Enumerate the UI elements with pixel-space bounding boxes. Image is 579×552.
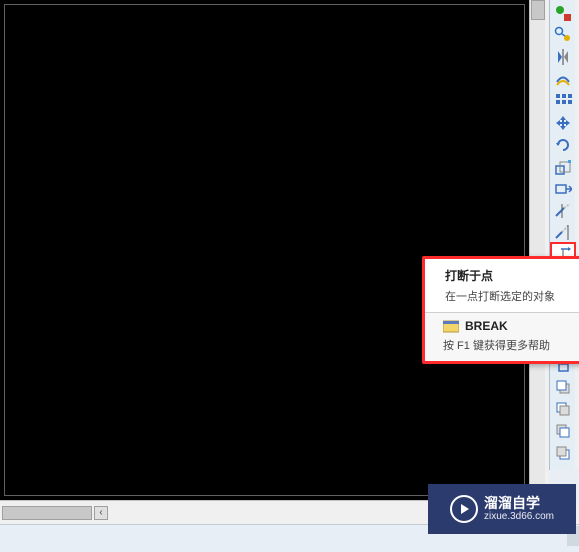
- vertical-scroll-thumb[interactable]: [531, 0, 545, 20]
- extend-icon[interactable]: [552, 222, 574, 244]
- match-props-icon[interactable]: [552, 24, 574, 46]
- offset-icon[interactable]: [552, 68, 574, 90]
- watermark-main: 溜溜自学: [484, 495, 554, 512]
- properties-icon[interactable]: [552, 2, 574, 24]
- scroll-left-arrow[interactable]: ‹: [94, 506, 108, 520]
- tooltip-footer: BREAK 按 F1 键获得更多帮助: [425, 313, 579, 361]
- watermark-overlay: 溜溜自学 zixue.3d66.com: [428, 484, 576, 534]
- tooltip-help-text: 按 F1 键获得更多帮助: [443, 337, 567, 353]
- rotate-icon[interactable]: [552, 134, 574, 156]
- watermark-logo-icon: [450, 495, 478, 523]
- vertical-scrollbar[interactable]: [529, 0, 545, 500]
- modify-toolbar: [549, 0, 575, 470]
- watermark-sub: zixue.3d66.com: [484, 511, 554, 523]
- scale-icon[interactable]: [552, 156, 574, 178]
- mirror-icon[interactable]: [552, 46, 574, 68]
- watermark-text: 溜溜自学 zixue.3d66.com: [484, 495, 554, 524]
- drawing-viewport[interactable]: [0, 0, 529, 500]
- under-icon[interactable]: [552, 420, 574, 442]
- tooltip-header: 打断于点 在一点打断选定的对象: [425, 259, 579, 312]
- stretch-icon[interactable]: [552, 178, 574, 200]
- horizontal-scroll-thumb[interactable]: [2, 506, 92, 520]
- move-icon[interactable]: [552, 112, 574, 134]
- tooltip-command-row: BREAK: [443, 319, 567, 333]
- tooltip-description: 在一点打断选定的对象: [445, 288, 567, 304]
- copy-front-icon[interactable]: [552, 376, 574, 398]
- front-icon[interactable]: [552, 442, 574, 464]
- tooltip-title: 打断于点: [445, 267, 567, 284]
- tooltip-command: BREAK: [465, 319, 508, 333]
- array-icon[interactable]: [552, 90, 574, 112]
- trim-icon[interactable]: [552, 200, 574, 222]
- copy-back-icon[interactable]: [552, 398, 574, 420]
- tooltip-popup: 打断于点 在一点打断选定的对象 BREAK 按 F1 键获得更多帮助: [422, 256, 579, 364]
- command-icon: [443, 319, 459, 333]
- viewport-inner-border: [4, 4, 525, 496]
